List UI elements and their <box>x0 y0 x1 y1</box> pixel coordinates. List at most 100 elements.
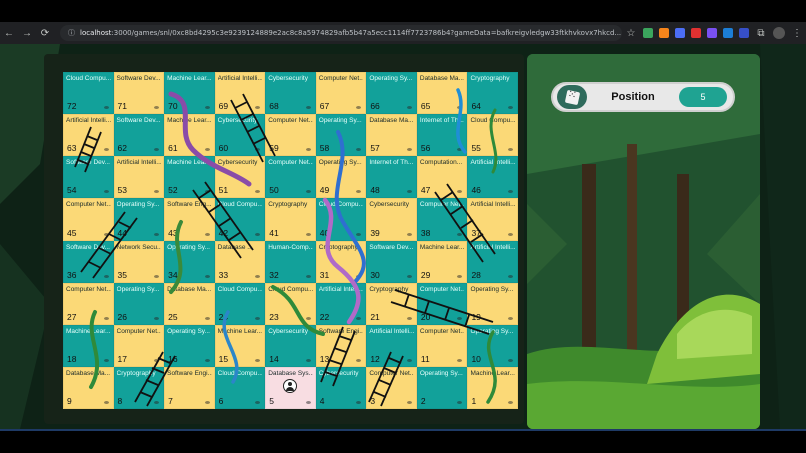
view-icon[interactable] <box>103 316 109 320</box>
view-icon[interactable] <box>154 401 160 404</box>
view-icon[interactable] <box>154 232 160 236</box>
view-icon[interactable] <box>154 274 160 278</box>
view-icon[interactable] <box>508 401 513 404</box>
cell-topic: Software Dev... <box>116 117 161 125</box>
view-icon[interactable] <box>508 274 513 278</box>
window-bottom-strip <box>0 429 806 453</box>
view-icon[interactable] <box>154 148 160 152</box>
view-icon[interactable] <box>406 358 412 362</box>
view-icon[interactable] <box>457 274 463 278</box>
view-icon[interactable] <box>406 232 412 236</box>
view-icon[interactable] <box>204 232 210 236</box>
view-icon[interactable] <box>406 316 412 320</box>
view-icon[interactable] <box>255 274 261 278</box>
dice-icon[interactable] <box>557 85 587 109</box>
view-icon[interactable] <box>255 106 261 110</box>
view-icon[interactable] <box>457 190 463 194</box>
view-icon[interactable] <box>508 190 513 194</box>
view-icon[interactable] <box>356 190 362 194</box>
view-icon[interactable] <box>457 358 463 362</box>
cell-number: 38 <box>420 227 431 238</box>
view-icon[interactable] <box>103 401 109 404</box>
reload-icon[interactable]: ⟳ <box>36 28 54 39</box>
cell-topic: Cloud Compu... <box>470 117 515 125</box>
view-icon[interactable] <box>457 316 463 320</box>
view-icon[interactable] <box>305 274 311 278</box>
extension-icon[interactable] <box>675 28 685 38</box>
view-icon[interactable] <box>154 316 160 320</box>
view-icon[interactable] <box>356 316 362 320</box>
extension-icon[interactable] <box>723 28 733 38</box>
view-icon[interactable] <box>204 274 210 278</box>
view-icon[interactable] <box>457 106 463 110</box>
view-icon[interactable] <box>103 358 109 362</box>
view-icon[interactable] <box>204 106 210 110</box>
cell-topic: Software Engi... <box>318 327 364 335</box>
view-icon[interactable] <box>204 190 210 194</box>
view-icon[interactable] <box>457 148 463 152</box>
view-icon[interactable] <box>305 358 311 362</box>
site-info-icon[interactable]: ⓘ <box>68 28 75 38</box>
view-icon[interactable] <box>255 358 261 362</box>
view-icon[interactable] <box>255 190 261 194</box>
view-icon[interactable] <box>356 106 362 110</box>
view-icon[interactable] <box>356 274 362 278</box>
view-icon[interactable] <box>406 148 412 152</box>
view-icon[interactable] <box>305 316 311 320</box>
view-icon[interactable] <box>305 401 311 404</box>
bookmark-star-icon[interactable]: ☆ <box>622 28 640 39</box>
view-icon[interactable] <box>406 274 412 278</box>
view-icon[interactable] <box>457 401 463 404</box>
extension-icon[interactable] <box>707 28 717 38</box>
view-icon[interactable] <box>305 106 311 110</box>
view-icon[interactable] <box>305 190 311 194</box>
back-arrow-icon[interactable]: ← <box>0 28 18 39</box>
board-cell: Software Dev... 30 <box>366 240 417 283</box>
board-cell: Cloud Compu... 40 <box>315 198 367 241</box>
view-icon[interactable] <box>406 106 412 110</box>
view-icon[interactable] <box>356 358 362 362</box>
view-icon[interactable] <box>255 148 261 152</box>
view-icon[interactable] <box>508 148 513 152</box>
view-icon[interactable] <box>103 106 109 110</box>
view-icon[interactable] <box>103 148 109 152</box>
forward-arrow-icon[interactable]: → <box>18 28 36 39</box>
view-icon[interactable] <box>508 232 513 236</box>
view-icon[interactable] <box>154 106 160 110</box>
view-icon[interactable] <box>508 106 513 110</box>
view-icon[interactable] <box>406 401 412 404</box>
view-icon[interactable] <box>204 358 210 362</box>
view-icon[interactable] <box>255 401 261 404</box>
view-icon[interactable] <box>103 190 109 194</box>
view-icon[interactable] <box>356 401 362 404</box>
view-icon[interactable] <box>204 401 210 404</box>
view-icon[interactable] <box>255 316 261 320</box>
view-icon[interactable] <box>103 274 109 278</box>
view-icon[interactable] <box>154 358 160 362</box>
extension-icon[interactable] <box>691 28 701 38</box>
view-icon[interactable] <box>356 148 362 152</box>
extensions-puzzle-icon[interactable]: ⧉ <box>752 28 770 39</box>
view-icon[interactable] <box>255 232 261 236</box>
view-icon[interactable] <box>204 148 210 152</box>
cell-topic: Database Ma... <box>167 285 212 293</box>
cell-number: 33 <box>218 269 229 280</box>
address-bar[interactable]: ⓘ localhost:3000/games/snl/0xc8bd4295c3e… <box>60 25 622 41</box>
view-icon[interactable] <box>508 358 513 362</box>
view-icon[interactable] <box>356 232 362 236</box>
view-icon[interactable] <box>204 316 210 320</box>
cell-number: 30 <box>370 269 380 280</box>
extension-icon[interactable] <box>739 28 749 38</box>
view-icon[interactable] <box>508 316 513 320</box>
extension-icon[interactable] <box>643 28 653 38</box>
view-icon[interactable] <box>154 190 160 194</box>
view-icon[interactable] <box>305 148 311 152</box>
view-icon[interactable] <box>406 190 412 194</box>
profile-avatar[interactable] <box>773 27 785 39</box>
view-icon[interactable] <box>305 232 311 236</box>
view-icon[interactable] <box>457 232 463 236</box>
cell-topic: Computer Net... <box>419 285 465 293</box>
metamask-icon[interactable] <box>659 28 669 38</box>
menu-kebab-icon[interactable]: ⋮ <box>788 28 806 39</box>
view-icon[interactable] <box>103 232 109 236</box>
